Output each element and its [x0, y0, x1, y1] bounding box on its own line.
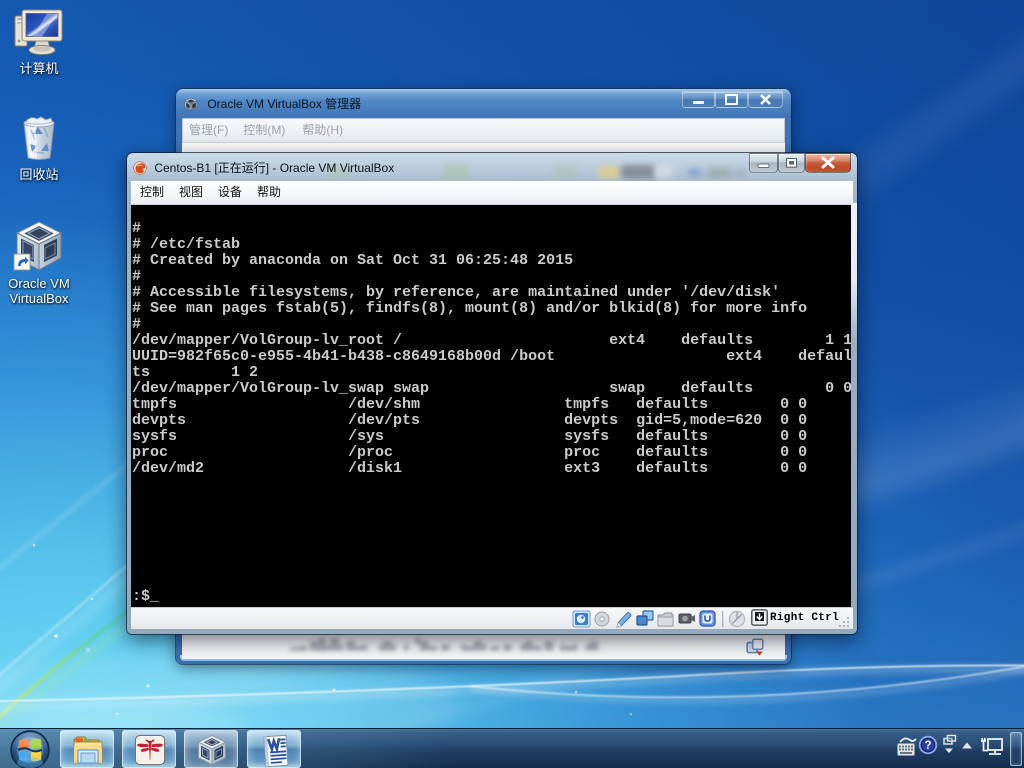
svg-text:?: ? [924, 740, 931, 752]
